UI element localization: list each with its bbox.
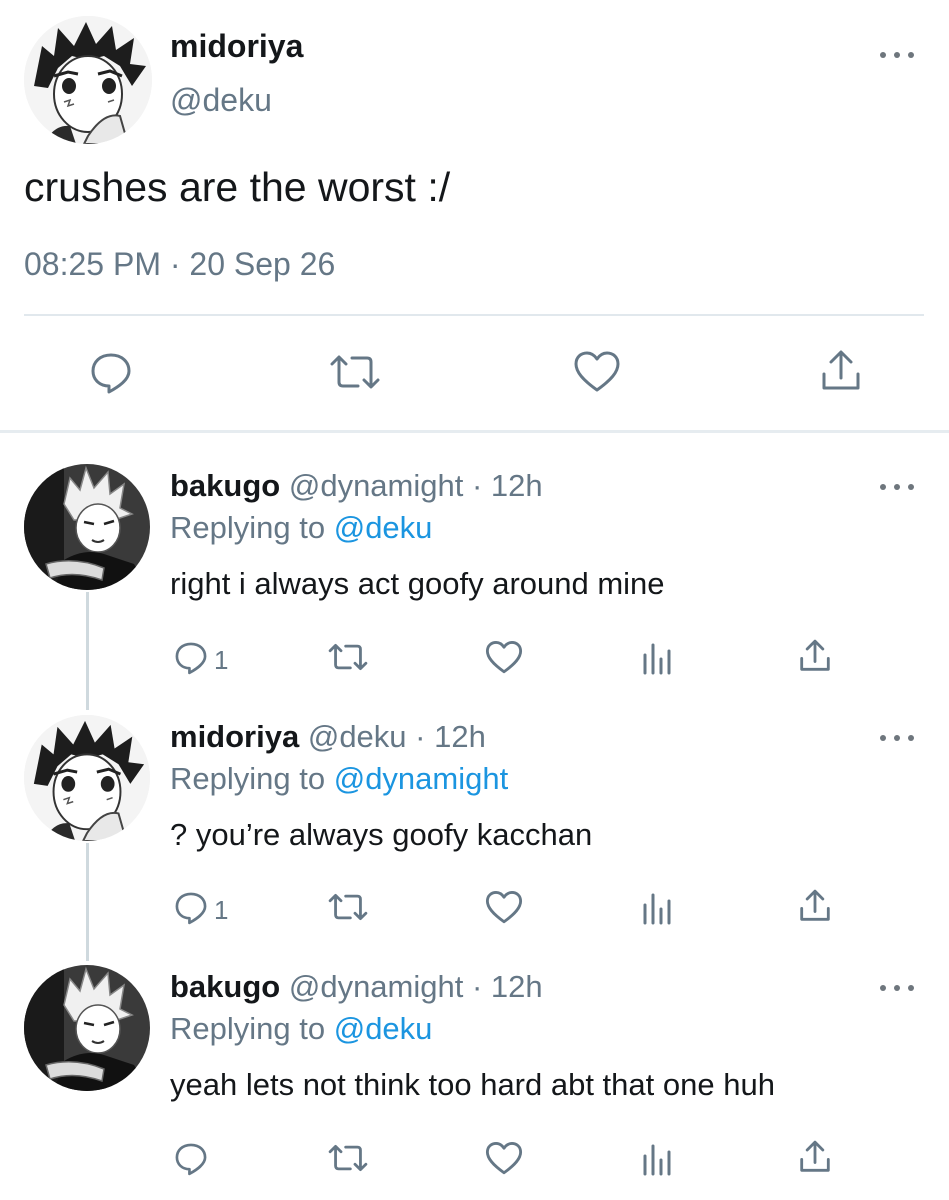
reply-count: 1 — [214, 645, 229, 675]
avatar-image — [24, 715, 150, 841]
reply-header: bakugo @dynamight · 12h — [170, 969, 543, 1005]
analytics-button[interactable] — [641, 641, 675, 675]
reply-icon — [175, 1143, 207, 1176]
reply-text: right i always act goofy around mine — [170, 566, 665, 601]
retweet-icon — [330, 355, 380, 389]
retweet-icon — [328, 643, 368, 671]
reply-author-name[interactable]: bakugo — [170, 969, 280, 1004]
like-icon — [485, 1142, 523, 1175]
replying-to-label: Replying to — [170, 1011, 326, 1046]
replying-to-label: Replying to — [170, 510, 326, 545]
like-icon — [485, 891, 523, 924]
avatar-image — [24, 464, 150, 590]
retweet-button[interactable] — [328, 352, 382, 392]
avatar-image — [24, 16, 152, 144]
replying-to: Replying to @deku — [170, 1011, 432, 1047]
avatar-midoriya[interactable] — [24, 16, 152, 144]
more-options-icon[interactable] — [880, 480, 914, 494]
like-button[interactable] — [485, 1141, 523, 1176]
avatar-midoriya[interactable] — [24, 715, 150, 841]
reply-icon — [175, 642, 207, 675]
reply-text: ? you’re always goofy kacchan — [170, 817, 593, 852]
more-options-icon[interactable] — [880, 731, 914, 745]
reply-author-name[interactable]: bakugo — [170, 468, 280, 503]
like-icon — [574, 351, 620, 392]
share-button[interactable] — [797, 1139, 833, 1175]
reply-icon — [91, 353, 131, 394]
replying-to-mention[interactable]: @deku — [334, 1011, 433, 1046]
tweet-timestamp[interactable]: 08:25 PM · 20 Sep 26 — [24, 246, 335, 283]
share-icon — [822, 350, 860, 390]
retweet-icon — [328, 1144, 368, 1172]
analytics-icon — [643, 893, 671, 925]
reply-author-name[interactable]: midoriya — [170, 719, 299, 754]
like-button[interactable] — [485, 640, 523, 675]
avatar-image — [24, 965, 150, 1091]
dot-separator: · — [463, 969, 491, 1004]
author-handle[interactable]: @deku — [170, 82, 272, 119]
share-icon — [800, 889, 830, 921]
reply-time[interactable]: 12h — [491, 468, 543, 503]
dot-separator: · — [463, 468, 491, 503]
retweet-button[interactable] — [327, 641, 369, 673]
thread-line — [86, 843, 89, 961]
replying-to-mention[interactable]: @dynamight — [334, 761, 509, 796]
tweet-text: crushes are the worst :/ — [24, 164, 451, 210]
reply-header: midoriya @deku · 12h — [170, 719, 486, 755]
reply-count: 1 — [214, 895, 229, 925]
analytics-icon — [643, 643, 671, 675]
replying-to-mention[interactable]: @deku — [334, 510, 433, 545]
analytics-icon — [643, 1144, 671, 1176]
like-button[interactable] — [573, 350, 621, 394]
avatar-bakugo[interactable] — [24, 965, 150, 1091]
replying-to: Replying to @dynamight — [170, 761, 508, 797]
analytics-button[interactable] — [641, 1142, 675, 1176]
retweet-icon — [328, 893, 368, 921]
reply-time[interactable]: 12h — [491, 969, 543, 1004]
reply-button[interactable] — [173, 1141, 209, 1177]
dot-separator: · — [406, 719, 435, 754]
reply-header: bakugo @dynamight · 12h — [170, 468, 543, 504]
section-divider — [0, 430, 949, 433]
share-button[interactable] — [818, 348, 864, 394]
avatar-bakugo[interactable] — [24, 464, 150, 590]
author-name[interactable]: midoriya — [170, 28, 303, 65]
replying-to-label: Replying to — [170, 761, 326, 796]
retweet-button[interactable] — [327, 891, 369, 923]
reply-author-handle[interactable]: @deku — [308, 719, 407, 754]
share-button[interactable] — [797, 888, 833, 924]
retweet-button[interactable] — [327, 1142, 369, 1174]
reply-time[interactable]: 12h — [434, 719, 486, 754]
share-icon — [800, 639, 830, 671]
reply-button[interactable] — [88, 350, 134, 396]
analytics-button[interactable] — [641, 891, 675, 925]
more-options-icon[interactable] — [880, 48, 914, 62]
like-icon — [485, 641, 523, 674]
share-button[interactable] — [797, 638, 833, 674]
reply-text: yeah lets not think too hard abt that on… — [170, 1067, 775, 1102]
replying-to: Replying to @deku — [170, 510, 432, 546]
share-icon — [800, 1140, 830, 1172]
divider — [24, 314, 924, 316]
reply-author-handle[interactable]: @dynamight — [289, 969, 464, 1004]
reply-button[interactable] — [173, 640, 209, 676]
more-options-icon[interactable] — [880, 981, 914, 995]
reply-button[interactable] — [173, 890, 209, 926]
reply-author-handle[interactable]: @dynamight — [289, 468, 464, 503]
thread-line — [86, 592, 89, 710]
reply-icon — [175, 892, 207, 925]
like-button[interactable] — [485, 890, 523, 925]
